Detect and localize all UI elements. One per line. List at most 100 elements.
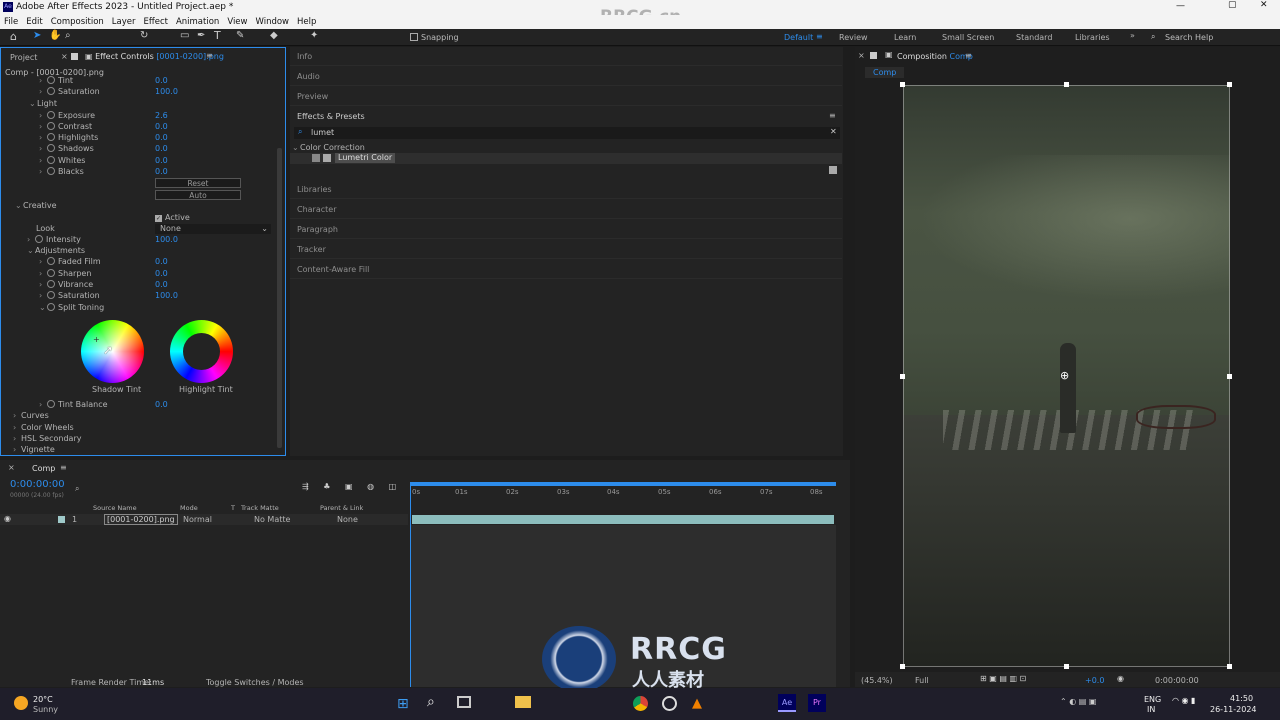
layer-duration-bar[interactable] (412, 515, 834, 524)
param-value[interactable]: 0.0 (155, 279, 168, 290)
section-vignette[interactable]: › Vignette (13, 444, 55, 455)
stopwatch-icon[interactable] (47, 87, 55, 95)
close-tab-icon[interactable]: × (858, 51, 865, 60)
panel-audio[interactable]: Audio (297, 72, 320, 81)
after-effects-icon[interactable]: Ae (778, 694, 796, 712)
menu-composition[interactable]: Composition (51, 17, 104, 27)
param-value[interactable]: 0.0 (155, 399, 168, 410)
stopwatch-icon[interactable] (47, 269, 55, 277)
param-vibrance[interactable]: › Vibrance (39, 279, 93, 290)
clock-time[interactable]: 41:50 (1230, 694, 1253, 703)
brush-tool-icon[interactable]: ✎ (236, 30, 244, 41)
param-exposure[interactable]: › Exposure (39, 110, 95, 121)
param-value[interactable]: 0.0 (155, 268, 168, 279)
workspace-menu-icon[interactable]: ≡ (816, 32, 823, 41)
handle[interactable] (900, 82, 905, 87)
layer-label-color[interactable] (58, 516, 65, 523)
stopwatch-icon[interactable] (47, 122, 55, 130)
param-saturation[interactable]: › Saturation (39, 86, 100, 97)
viewer-timecode[interactable]: 0:00:00:00 (1155, 676, 1199, 685)
tab-comp[interactable]: Comp (865, 67, 905, 78)
param-value[interactable]: 0.0 (155, 121, 168, 132)
layer-search-icon[interactable]: ⌕ (75, 484, 79, 494)
timeline-tab[interactable]: Comp (32, 464, 55, 473)
task-view-icon[interactable] (457, 696, 471, 708)
resolution-dropdown[interactable]: Full (915, 676, 929, 685)
type-tool-icon[interactable]: T (214, 29, 221, 42)
eraser-tool-icon[interactable]: ◆ (270, 30, 278, 41)
clear-search-icon[interactable]: ✕ (830, 127, 837, 136)
stopwatch-icon[interactable] (47, 280, 55, 288)
workspace-default[interactable]: Default (784, 33, 813, 42)
handle[interactable] (1227, 374, 1232, 379)
panel-libraries[interactable]: Libraries (297, 185, 332, 194)
handle[interactable] (1227, 664, 1232, 669)
layer-row[interactable]: ◉ 1 [0001-0200].png Normal No Matte None (0, 514, 408, 525)
layer-parent-dropdown[interactable]: None (337, 515, 358, 524)
param-blacks[interactable]: › Blacks (39, 166, 84, 177)
tab-project[interactable]: Project (10, 53, 37, 62)
workspace-small-screen[interactable]: Small Screen (942, 33, 994, 42)
rectangle-tool-icon[interactable]: ▭ (180, 30, 189, 41)
clock-date[interactable]: 26-11-2024 (1210, 705, 1257, 714)
active-checkbox[interactable]: ✓ Active (155, 212, 190, 223)
section-creative[interactable]: ⌄Creative (15, 200, 57, 211)
param-value[interactable]: 2.6 (155, 110, 168, 121)
close-button[interactable]: ✕ (1260, 0, 1268, 10)
section-color-wheels[interactable]: › Color Wheels (13, 422, 74, 433)
effect-row-lumetri[interactable]: Lumetri Color (290, 153, 842, 164)
weather-icon[interactable] (14, 696, 28, 710)
param-value[interactable]: 0.0 (155, 256, 168, 267)
panel-tracker[interactable]: Tracker (297, 245, 326, 254)
exposure-value[interactable]: +0.0 (1085, 676, 1104, 685)
stopwatch-icon[interactable] (47, 144, 55, 152)
menu-animation[interactable]: Animation (176, 17, 219, 27)
panel-preview[interactable]: Preview (297, 92, 328, 101)
vlc-icon[interactable]: ▲ (692, 696, 702, 711)
rotate-tool-icon[interactable]: ↻ (140, 30, 148, 41)
handle[interactable] (900, 664, 905, 669)
highlight-tint-wheel[interactable] (170, 320, 233, 383)
section-curves[interactable]: › Curves (13, 410, 49, 421)
panel-menu-icon[interactable]: ≡ (965, 51, 972, 60)
param-value[interactable]: 0.0 (155, 155, 168, 166)
stopwatch-icon[interactable] (35, 235, 43, 243)
layer-matte-dropdown[interactable]: No Matte (254, 515, 290, 524)
param-shadows[interactable]: › Shadows (39, 143, 94, 154)
file-explorer-icon[interactable] (515, 696, 531, 708)
param-value[interactable]: 0.0 (155, 132, 168, 143)
start-icon[interactable]: ⊞ (397, 696, 409, 712)
group-split-toning[interactable]: ⌄ Split Toning (39, 302, 104, 313)
overflow-chevron-icon[interactable]: » (1130, 31, 1135, 40)
panel-content-aware-fill[interactable]: Content-Aware Fill (297, 265, 369, 274)
language[interactable]: ENG (1144, 695, 1161, 704)
param-adj-saturation[interactable]: › Saturation (39, 290, 100, 301)
close-tab-icon[interactable]: × (61, 52, 68, 61)
workspace-review[interactable]: Review (839, 33, 868, 42)
param-highlights[interactable]: › Highlights (39, 132, 98, 143)
param-value[interactable]: 0.0 (155, 166, 168, 177)
menu-window[interactable]: Window (255, 17, 289, 27)
param-intensity[interactable]: › Intensity (27, 234, 81, 245)
workspace-standard[interactable]: Standard (1016, 33, 1052, 42)
camera-icon[interactable]: ◉ (1117, 674, 1124, 683)
effects-search-input[interactable]: ⌕ lumet ✕ (294, 127, 840, 139)
grid-icon[interactable]: ⊞ ▣ ▤ ▥ ⊡ (980, 674, 1026, 683)
wifi-icon[interactable]: ◠ ◉ ▮ (1172, 696, 1195, 705)
search-help-input[interactable]: Search Help (1165, 33, 1213, 42)
panel-menu-icon[interactable]: ≡ (60, 463, 67, 472)
param-value[interactable]: 0.0 (155, 143, 168, 154)
panel-info[interactable]: Info (297, 52, 312, 61)
param-whites[interactable]: › Whites (39, 155, 85, 166)
stopwatch-icon[interactable] (47, 111, 55, 119)
param-tint-balance[interactable]: › Tint Balance (39, 399, 108, 410)
layer-name[interactable]: [0001-0200].png (104, 514, 178, 525)
visibility-eye-icon[interactable]: ◉ (4, 514, 11, 523)
puppet-tool-icon[interactable]: ✦ (310, 30, 318, 41)
home-icon[interactable]: ⌂ (10, 30, 17, 43)
param-value[interactable]: 0.0 (155, 75, 168, 86)
menu-view[interactable]: View (227, 17, 247, 27)
timeline-timecode[interactable]: 0:00:00:00 (10, 479, 65, 490)
panel-effects-presets[interactable]: Effects & Presets (297, 112, 365, 121)
workspace-learn[interactable]: Learn (894, 33, 916, 42)
